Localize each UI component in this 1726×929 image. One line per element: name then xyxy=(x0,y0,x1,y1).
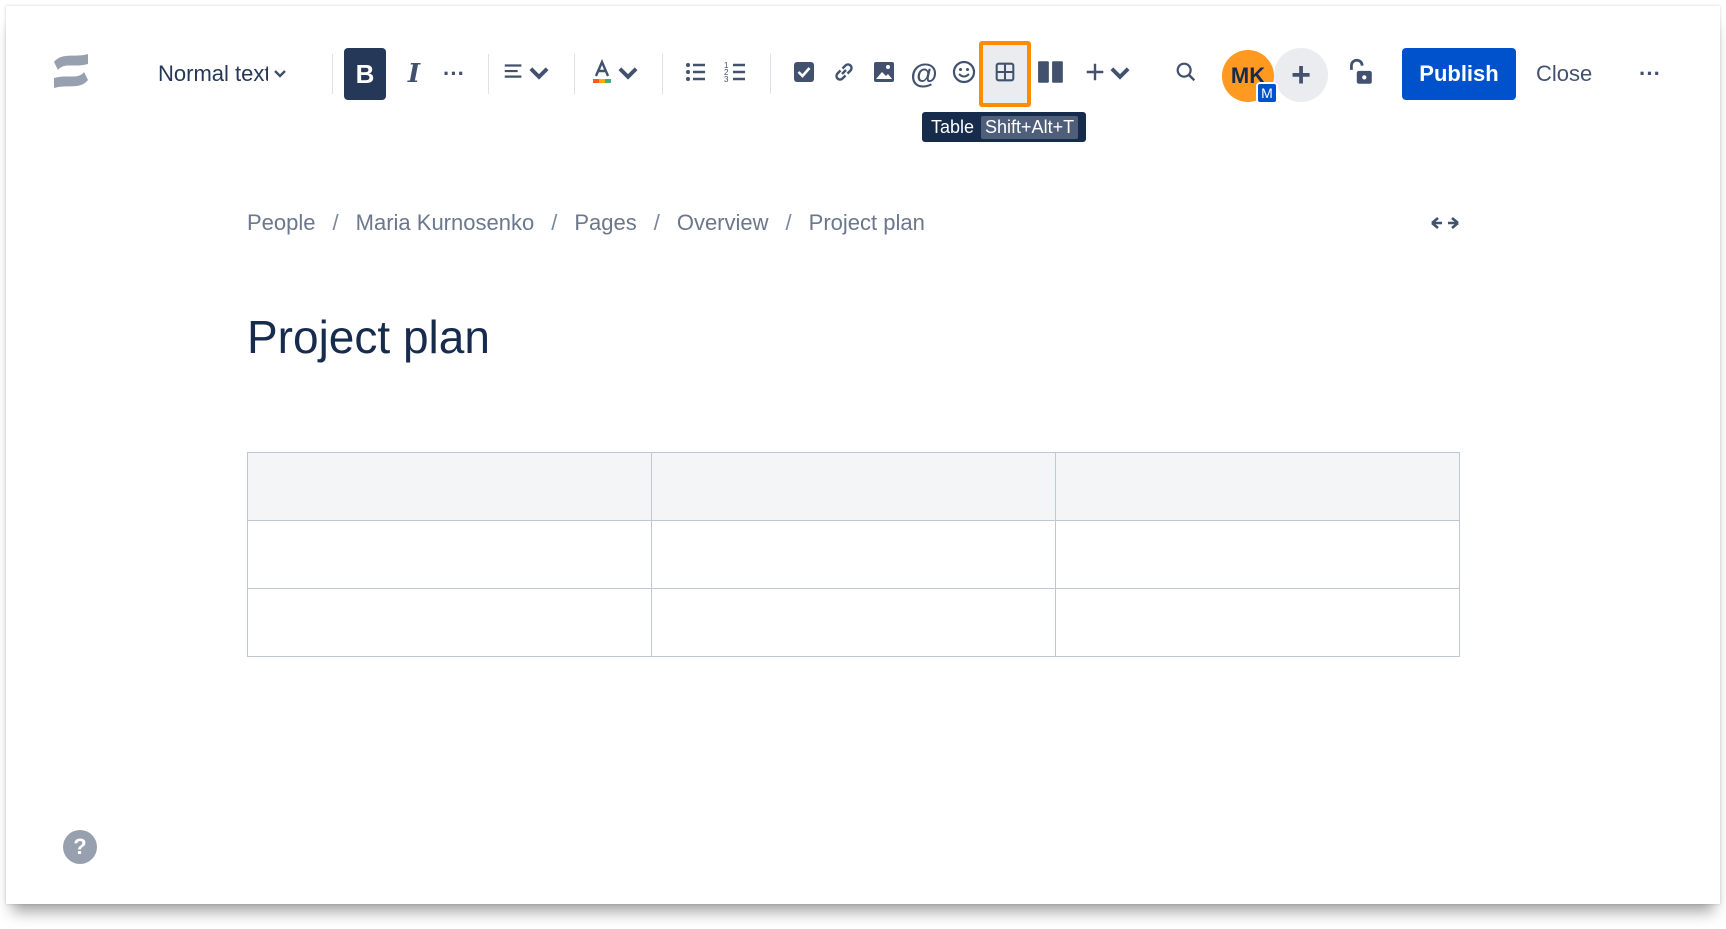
tooltip-label: Table xyxy=(931,116,975,137)
image-icon xyxy=(871,59,897,90)
toolbar-divider xyxy=(770,54,771,94)
chevron-down-icon xyxy=(526,59,552,90)
editor-toolbar: Normal text B I ··· 1 2 3 @ + MK M Publi… xyxy=(6,6,1720,142)
close-button[interactable]: Close xyxy=(1536,56,1592,92)
breadcrumb-item-overview[interactable]: Overview xyxy=(677,210,769,236)
text-color-dropdown[interactable] xyxy=(590,54,640,94)
at-sign-icon: @ xyxy=(910,58,938,89)
table-header-cell[interactable] xyxy=(1055,452,1460,521)
table-header-row xyxy=(247,452,1460,521)
table-cell[interactable] xyxy=(247,588,652,657)
text-style-label: Normal text xyxy=(158,61,268,86)
expand-width-icon xyxy=(1430,215,1460,236)
breadcrumb: People / Maria Kurnosenko / Pages / Over… xyxy=(247,210,925,236)
table-cell[interactable] xyxy=(247,520,652,589)
numbered-list-icon: 123 xyxy=(723,59,749,90)
bold-button[interactable]: B xyxy=(344,48,386,100)
emoji-icon xyxy=(951,59,977,90)
table-row xyxy=(247,520,1460,589)
restrictions-button[interactable] xyxy=(1340,54,1380,94)
table-header-cell[interactable] xyxy=(651,452,1056,521)
breadcrumb-item-current[interactable]: Project plan xyxy=(809,210,925,236)
numbered-list-button[interactable]: 123 xyxy=(718,54,754,94)
image-button[interactable] xyxy=(866,54,902,94)
breadcrumb-item-people[interactable]: People xyxy=(247,210,316,236)
table-tooltip: Table Shift+Alt+T xyxy=(922,112,1087,142)
layouts-button[interactable] xyxy=(1032,54,1070,94)
insert-more-dropdown[interactable] xyxy=(1082,54,1134,94)
text-style-dropdown[interactable]: Normal text xyxy=(158,56,288,92)
table-row xyxy=(247,588,1460,657)
breadcrumb-separator: / xyxy=(785,210,792,235)
link-button[interactable] xyxy=(826,54,862,94)
toolbar-divider xyxy=(332,54,333,94)
chevron-down-icon xyxy=(615,59,641,90)
breadcrumb-item-user[interactable]: Maria Kurnosenko xyxy=(356,210,535,236)
search-icon xyxy=(1174,60,1198,89)
page-title[interactable]: Project plan xyxy=(247,310,490,364)
chevron-down-icon xyxy=(1107,59,1133,90)
italic-icon: I xyxy=(407,59,421,89)
checkbox-icon xyxy=(791,59,817,90)
breadcrumb-separator: / xyxy=(551,210,558,235)
svg-text:3: 3 xyxy=(724,75,729,84)
breadcrumb-separator: / xyxy=(332,210,339,235)
more-formatting-icon: ··· xyxy=(443,61,465,86)
toolbar-divider xyxy=(488,54,489,94)
action-item-button[interactable] xyxy=(786,54,822,94)
chevron-down-icon xyxy=(272,61,288,87)
publish-button[interactable]: Publish xyxy=(1402,48,1516,100)
avatar-badge: M xyxy=(1256,82,1278,104)
full-width-toggle-button[interactable] xyxy=(1428,212,1462,238)
insert-table-button[interactable] xyxy=(979,41,1031,107)
table-header-cell[interactable] xyxy=(247,452,652,521)
table-cell[interactable] xyxy=(651,588,1056,657)
help-button[interactable]: ? xyxy=(63,830,97,864)
align-left-icon xyxy=(502,60,526,89)
link-icon xyxy=(831,59,857,90)
more-icon: ··· xyxy=(1639,61,1661,86)
table-icon xyxy=(993,60,1017,89)
table-cell[interactable] xyxy=(651,520,1056,589)
emoji-button[interactable] xyxy=(946,54,982,94)
bullet-list-button[interactable] xyxy=(678,54,714,94)
mention-button[interactable]: @ xyxy=(906,54,942,94)
more-formatting-button[interactable]: ··· xyxy=(436,54,472,94)
unlock-icon xyxy=(1345,57,1375,92)
table-cell[interactable] xyxy=(1055,588,1460,657)
columns-layout-icon xyxy=(1037,58,1065,91)
toolbar-divider xyxy=(662,54,663,94)
breadcrumb-separator: / xyxy=(653,210,660,235)
bold-icon: B xyxy=(355,58,375,89)
bullet-list-icon xyxy=(683,59,709,90)
tooltip-shortcut: Shift+Alt+T xyxy=(981,115,1079,139)
breadcrumb-item-pages[interactable]: Pages xyxy=(574,210,636,236)
text-color-icon xyxy=(589,58,615,90)
plus-icon: + xyxy=(1291,56,1311,94)
confluence-logo-icon[interactable] xyxy=(48,48,94,94)
more-actions-button[interactable]: ··· xyxy=(1630,56,1670,92)
plus-icon xyxy=(1083,60,1107,89)
table-cell[interactable] xyxy=(1055,520,1460,589)
alignment-dropdown[interactable] xyxy=(502,54,552,94)
find-replace-button[interactable] xyxy=(1168,54,1204,94)
italic-button[interactable]: I xyxy=(396,54,432,94)
document-table xyxy=(247,452,1460,657)
invite-collaborator-button[interactable]: + xyxy=(1274,48,1328,102)
toolbar-divider xyxy=(574,54,575,94)
help-icon: ? xyxy=(73,834,87,859)
editor-window: Normal text B I ··· 1 2 3 @ + MK M Publi… xyxy=(6,6,1720,904)
